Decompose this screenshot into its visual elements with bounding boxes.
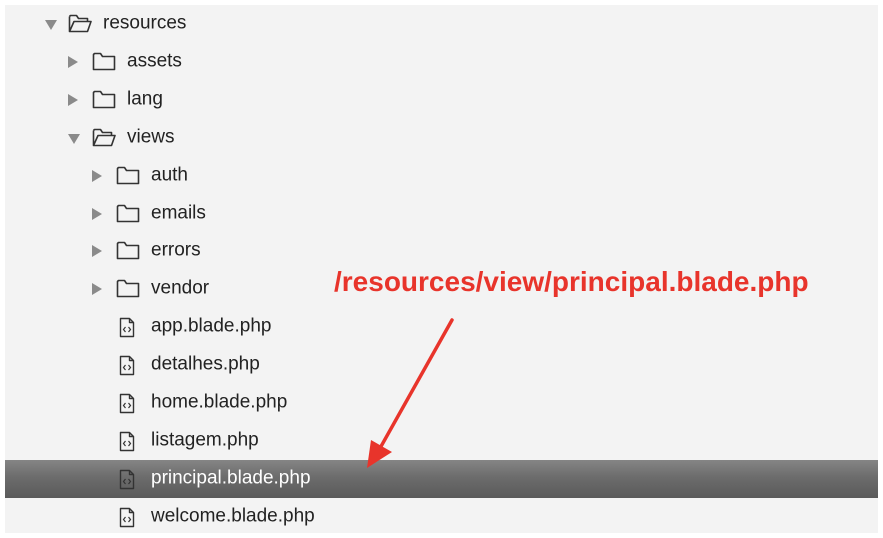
annotation-arrow [367, 318, 454, 468]
